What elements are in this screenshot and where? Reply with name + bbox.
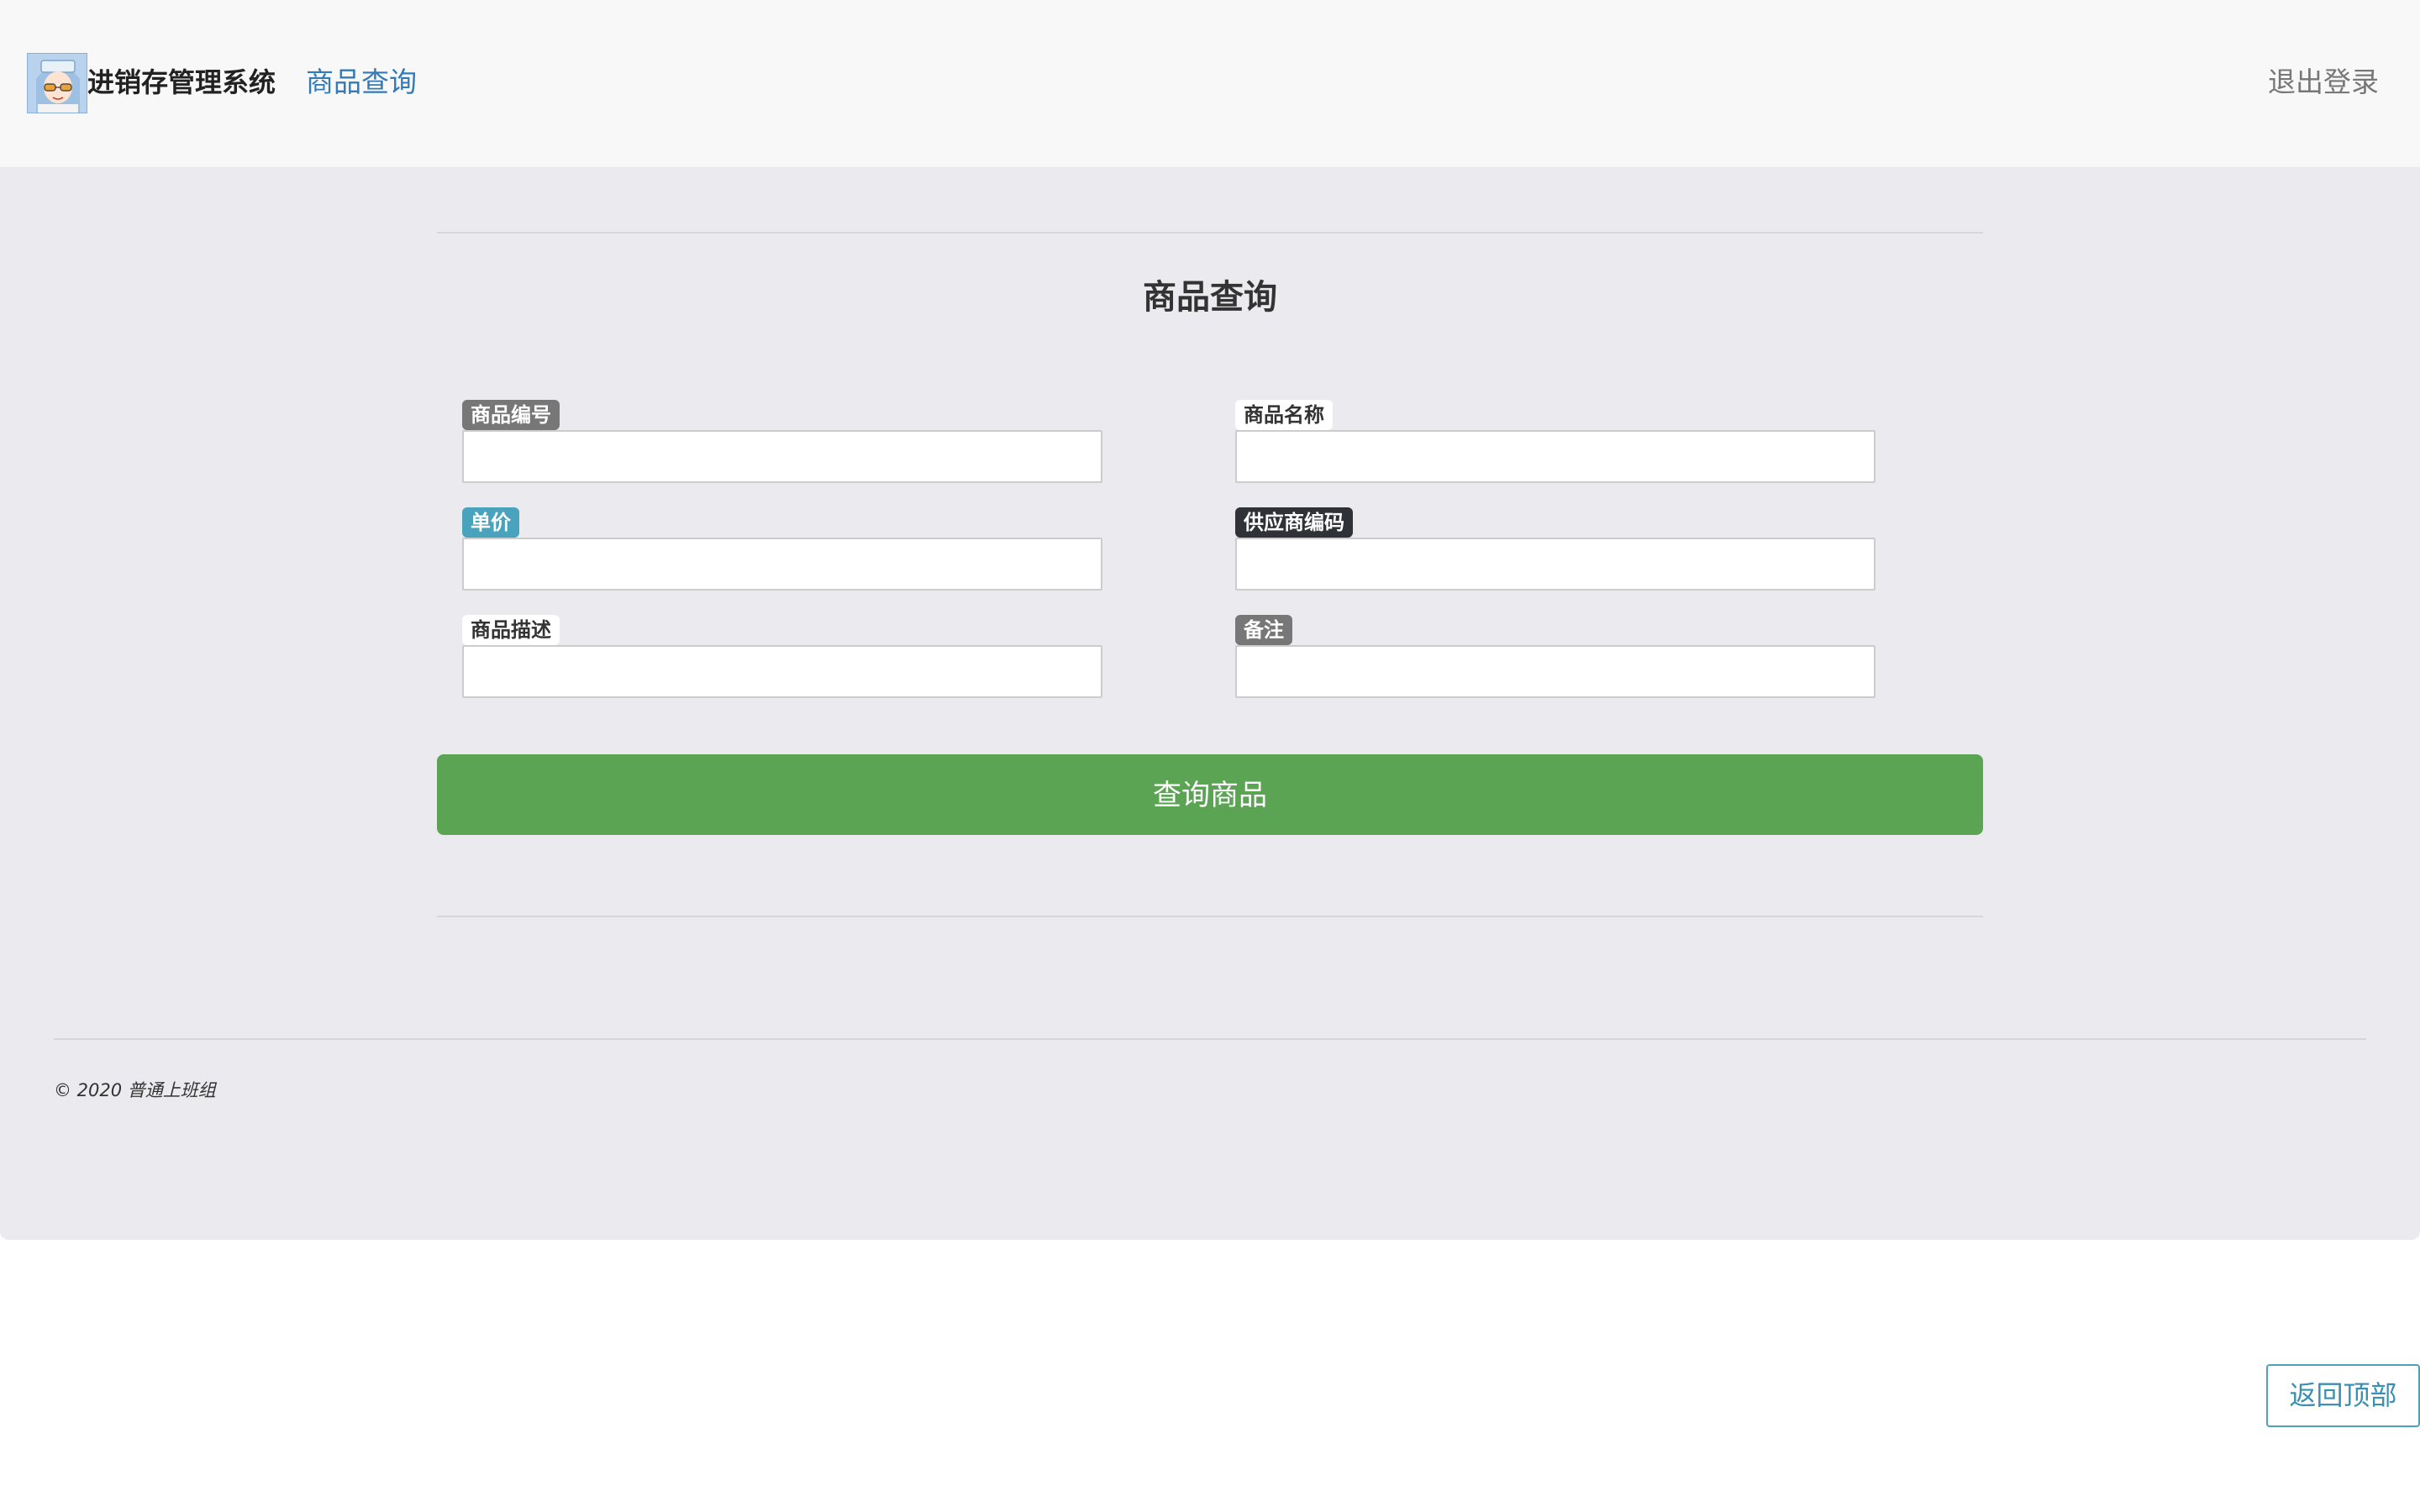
nav-product-query[interactable]: 商品查询 (306, 64, 417, 101)
label-product-description: 商品描述 (462, 615, 560, 645)
label-product-id: 商品编号 (462, 400, 560, 430)
avatar-icon (28, 54, 87, 113)
label-product-name: 商品名称 (1235, 400, 1333, 430)
label-remarks: 备注 (1235, 615, 1292, 645)
query-products-button[interactable]: 查询商品 (437, 754, 1983, 835)
brand-name[interactable]: 进销存管理系统 (87, 64, 276, 101)
logout-link[interactable]: 退出登录 (2268, 64, 2379, 101)
product-id-input[interactable] (462, 430, 1102, 483)
logo-icon[interactable] (27, 53, 87, 113)
product-name-input[interactable] (1235, 430, 1876, 483)
page-title: 商品查询 (1143, 278, 1277, 317)
navbar: 进销存管理系统 商品查询 退出登录 (0, 0, 2420, 167)
divider-bottom (437, 916, 1983, 917)
back-to-top-button[interactable]: 返回顶部 (2266, 1364, 2420, 1427)
footer-copyright: © 2020 普通上班组 (54, 1080, 216, 1100)
footer-divider (54, 1038, 2366, 1040)
divider-top (437, 232, 1983, 234)
label-supplier-code: 供应商编码 (1235, 507, 1353, 538)
product-description-input[interactable] (462, 645, 1102, 698)
label-unit-price: 单价 (462, 507, 519, 538)
unit-price-input[interactable] (462, 538, 1102, 591)
main-panel: 商品查询 商品编号 商品名称 单价 供应商编码 商品描述 备注 查询商品 © 2… (0, 167, 2420, 1240)
supplier-code-input[interactable] (1235, 538, 1876, 591)
remarks-input[interactable] (1235, 645, 1876, 698)
